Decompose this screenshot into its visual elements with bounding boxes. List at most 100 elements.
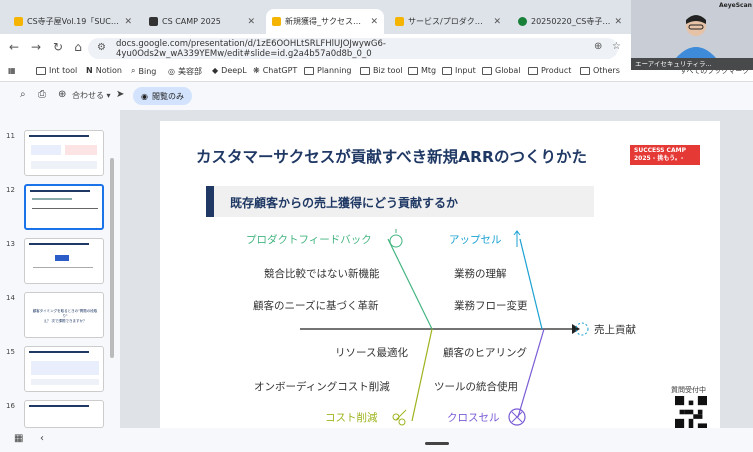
slide-thumb-11[interactable] [24,130,104,176]
zoom-icon[interactable]: ⊕ [594,41,602,52]
tab-3-active[interactable]: 新規獲得_サクセスキャンプ ✕ [266,9,384,34]
zoom-label: 合わせる [72,91,104,100]
slide-number: 11 [6,132,15,140]
slide-canvas: カスタマーサクセスが貢献すべき新規ARRのつくりかた SUCCESS CAMP … [160,121,720,435]
bookmark-biz-tool[interactable]: Biz tool [360,66,403,75]
folder-icon [442,66,452,75]
star-icon[interactable]: ☆ [612,41,621,52]
sheets-icon [518,17,527,26]
label-customer-hearing: 顧客のヒアリング [443,347,527,359]
speaker-banner: エーアイセキュリティラ... [631,58,753,70]
bookmark-global[interactable]: Global [482,66,521,75]
thumb-line [29,351,89,353]
tab-label: 20250220_CS寺子屋Vol.1 [531,17,611,26]
resize-handle[interactable] [425,442,449,445]
slide-thumb-16[interactable] [24,400,104,428]
slide-thumb-15[interactable] [24,346,104,392]
slide-thumb-12-selected[interactable] [24,184,104,230]
home-icon[interactable]: ⌂ [70,40,86,54]
bottom-bar: ▦ ‹ [0,428,753,452]
screen: CS寺子屋Vol.19「SUCCESS ✕ CS CAMP 2025 ✕ 新規獲… [0,0,753,452]
thumb-block [31,145,61,155]
reload-icon[interactable]: ↻ [50,40,66,54]
label-workflow-change: 業務フロー変更 [454,300,528,312]
slide-number: 14 [6,294,15,302]
slides-icon [14,17,23,26]
slide-thumb-13[interactable] [24,238,104,284]
bookmark-label: Planning [317,66,352,75]
bookmark-mtg[interactable]: Mtg [408,66,436,75]
bookmark-deepl[interactable]: ◆ DeepL [212,66,247,75]
cursor-icon[interactable]: ➤ [116,89,124,100]
close-icon[interactable]: ✕ [124,17,132,27]
branch-upsell [519,238,543,330]
filmstrip-scrollbar[interactable] [110,158,114,358]
bookmark-product[interactable]: Product [528,66,571,75]
zoom-fit-dropdown[interactable]: 合わせる ▾ [72,90,111,101]
globe-icon: ◎ [168,67,175,76]
url-text: docs.google.com/presentation/d/1zE6OOHLt… [116,38,386,59]
label-cost-reduction: コスト削減 [325,412,378,424]
branch-product-feedback [387,238,433,330]
bookmark-input[interactable]: Input [442,66,476,75]
tab-label: サービス/プロダクト開発_サ [408,17,489,26]
bookmark-bing[interactable]: ⌕ Bing [131,66,156,76]
tab-5[interactable]: 20250220_CS寺子屋Vol.1 ✕ [512,9,628,34]
thumb-block [65,145,97,155]
bookmark-label: Notion [95,66,122,75]
view-only-label: 閲覧のみ [151,91,184,101]
back-icon[interactable]: ← [6,40,22,54]
tab-1[interactable]: CS寺子屋Vol.19「SUCCESS ✕ [8,9,138,34]
scissors-icon [398,418,406,426]
slide-thumb-14[interactable]: 顧客タイミングを取るときの"問題の段取り" え？ 次で課題できますか？ [24,292,104,338]
apps-grid-icon[interactable]: ▦ [8,66,16,75]
label-new-feature: 競合比較ではない新機能 [264,268,380,280]
close-icon[interactable]: ✕ [247,17,255,27]
zoom-icon[interactable]: ⊕ [58,89,66,100]
site-info-icon[interactable]: ⚙ [97,42,106,53]
bookmark-planning[interactable]: Planning [304,66,351,75]
folder-icon [360,66,370,75]
bookmark-label: Mtg [421,66,437,75]
bookmark-others[interactable]: Others [580,66,620,75]
slide-number: 12 [6,186,15,194]
scissors-icon [392,413,400,421]
folder-icon [304,66,314,75]
search-icon: ⌕ [131,66,136,75]
grid-view-icon[interactable]: ▦ [14,433,23,444]
bookmark-beauty[interactable]: ◎ 美容部 [168,66,202,77]
bookmark-notion[interactable]: N Notion [86,66,122,75]
label-product-feedback: プロダクトフィードバック [246,234,372,246]
folder-icon [580,66,590,75]
tab-4[interactable]: サービス/プロダクト開発_サ ✕ [389,9,507,34]
tab-2[interactable]: CS CAMP 2025 ✕ [143,9,261,34]
chatgpt-icon: ❋ [253,66,260,75]
close-icon[interactable]: ✕ [614,17,622,27]
thumb-line [32,208,98,209]
label-business-understanding: 業務の理解 [454,268,507,280]
close-icon[interactable]: ✕ [370,17,378,27]
thumb-line [33,267,93,268]
url-field[interactable]: ⚙ docs.google.com/presentation/d/1zE6OOH… [88,38,618,59]
bookmark-label: DeepL [221,66,247,75]
bookmark-label: Others [593,66,620,75]
deepl-icon: ◆ [212,66,219,75]
close-icon[interactable]: ✕ [493,17,501,27]
label-onboarding-cost: オンボーディングコスト削減 [254,381,390,393]
thumb-line [30,190,90,192]
print-icon[interactable]: ⎙ [38,89,46,100]
collapse-icon[interactable]: ‹ [40,433,44,444]
tab-label: CS寺子屋Vol.19「SUCCESS [27,17,120,26]
folder-icon [482,66,492,75]
bookmark-chatgpt[interactable]: ❋ ChatGPT [253,66,297,75]
search-icon[interactable]: ⌕ [20,89,26,100]
view-only-button[interactable]: ◉ 閲覧のみ [133,87,192,105]
lightbulb-icon [389,234,403,248]
webcam-overlay: AeyeScan エーアイセキュリティラ... [631,0,753,70]
forward-icon[interactable]: → [28,40,44,54]
thumb-line [32,198,72,200]
slide-filmstrip: 11 12 13 14 顧客タイミングを取るときの"問題の段取り" え？ 次で課… [0,110,120,428]
notion-icon [149,17,158,26]
tab-label: 新規獲得_サクセスキャンプ [285,17,366,26]
bookmark-int-tool[interactable]: Int tool [36,66,77,75]
